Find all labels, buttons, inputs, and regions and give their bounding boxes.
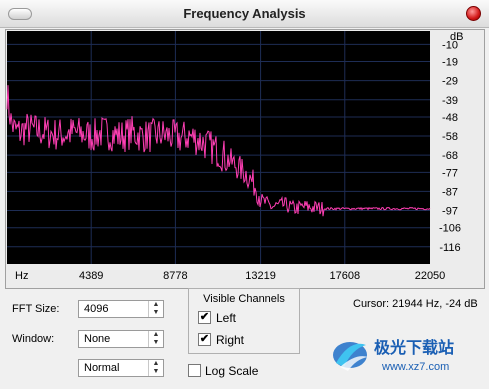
mode-value: Normal <box>84 362 120 374</box>
y-tick-label: -77 <box>442 167 458 179</box>
y-tick-label: -48 <box>442 112 458 124</box>
y-tick-label: -19 <box>442 57 458 69</box>
window-title: Frequency Analysis <box>183 6 306 21</box>
y-tick-label: -58 <box>442 131 458 143</box>
spinner-arrows-icon: ▲ ▼ <box>148 301 163 317</box>
x-axis-label: Hz <box>15 270 28 282</box>
log-scale-label[interactable]: Log Scale <box>205 364 258 378</box>
y-tick-label: -68 <box>442 150 458 162</box>
spectrum-chart[interactable]: dB-10-19-29-39-48-58-68-77-87-97-106-116… <box>5 29 483 287</box>
spinner-arrows-icon: ▲ ▼ <box>148 360 163 376</box>
checkmark-icon: ✔ <box>199 311 210 323</box>
y-tick-label: -97 <box>442 206 458 218</box>
window-label: Window: <box>12 333 55 345</box>
x-tick-label: 8778 <box>163 270 187 282</box>
visible-channels-title: Visible Channels <box>203 293 285 305</box>
visible-channels-group: Visible Channels ✔ Left ✔ Right <box>188 288 300 354</box>
plot-area[interactable] <box>7 31 430 264</box>
window-value: None <box>84 333 111 345</box>
aurora-logo-icon <box>333 342 368 371</box>
y-tick-label: -116 <box>439 242 460 254</box>
x-tick-label: 22050 <box>415 270 446 282</box>
left-channel-label[interactable]: Left <box>216 311 236 325</box>
fft-size-label: FFT Size: <box>12 303 60 315</box>
x-tick-label: 4389 <box>79 270 103 282</box>
right-channel-label[interactable]: Right <box>216 333 244 347</box>
title-bar: Frequency Analysis <box>0 0 489 28</box>
y-tick-label: -87 <box>442 186 458 198</box>
mode-select[interactable]: Normal ▲ ▼ <box>78 359 164 377</box>
watermark-text: 极光下载站 <box>374 338 454 357</box>
y-tick-label: -29 <box>442 76 458 88</box>
fft-size-value: 4096 <box>84 303 109 315</box>
log-scale-checkbox[interactable] <box>188 364 201 377</box>
x-tick-label: 17608 <box>329 270 360 282</box>
cursor-readout: Cursor: 21944 Hz, -24 dB <box>353 298 478 310</box>
right-channel-checkbox[interactable]: ✔ <box>198 333 211 346</box>
watermark-url: www.xz7.com <box>381 361 449 373</box>
spinner-arrows-icon: ▲ ▼ <box>148 331 163 347</box>
y-tick-label: -10 <box>442 39 458 51</box>
close-icon[interactable] <box>466 6 481 21</box>
window-select[interactable]: None ▲ ▼ <box>78 330 164 348</box>
x-tick-label: 13219 <box>245 270 276 282</box>
y-tick-label: -106 <box>439 223 461 235</box>
fft-size-select[interactable]: 4096 ▲ ▼ <box>78 300 164 318</box>
left-channel-checkbox[interactable]: ✔ <box>198 311 211 324</box>
watermark-logo: 极光下载站 www.xz7.com <box>333 338 454 373</box>
y-tick-label: -39 <box>442 95 458 107</box>
checkmark-icon: ✔ <box>199 333 210 345</box>
